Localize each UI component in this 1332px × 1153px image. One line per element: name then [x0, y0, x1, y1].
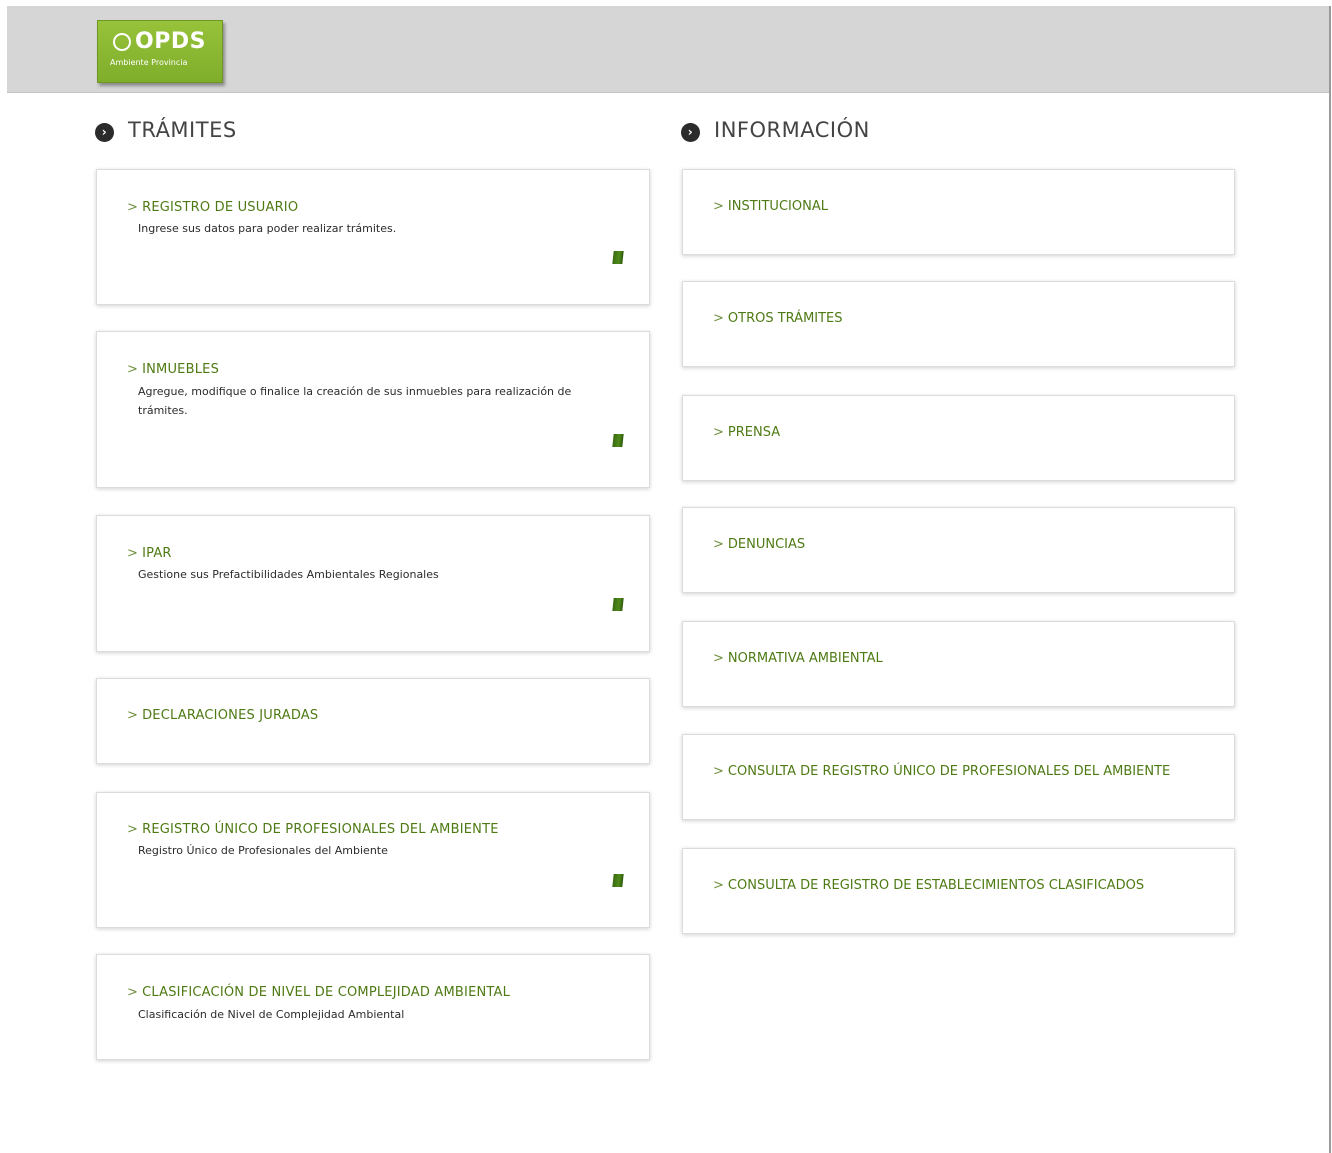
tramite-card-clasificacion-nivel[interactable]: > CLASIFICACIÓN DE NIVEL DE COMPLEJIDAD A…: [96, 954, 650, 1060]
tramite-card-declaraciones-juradas[interactable]: > DECLARACIONES JURADAS: [96, 678, 650, 764]
green-card-icon[interactable]: [612, 251, 624, 264]
card-title: > IPAR: [127, 546, 172, 561]
info-card-prensa[interactable]: > PRENSA: [682, 395, 1235, 481]
green-card-icon[interactable]: [612, 874, 624, 887]
info-card-title: > DENUNCIAS: [713, 537, 806, 552]
card-title: > REGISTRO ÚNICO DE PROFESIONALES DEL AMB…: [127, 822, 499, 837]
circle-chevron-right-icon: ›: [95, 122, 114, 142]
chevron-right-icon: >: [713, 764, 724, 779]
info-card-title: > PRENSA: [713, 425, 781, 440]
chevron-right-icon: >: [127, 200, 139, 215]
chevron-right-icon: >: [713, 199, 724, 214]
info-card-title: > OTROS TRÁMITES: [713, 311, 843, 326]
tramite-card-registro-profesionales[interactable]: > REGISTRO ÚNICO DE PROFESIONALES DEL AMB…: [96, 792, 650, 928]
chevron-right-icon: >: [713, 311, 724, 326]
info-card-title: > CONSULTA DE REGISTRO ÚNICO DE PROFESION…: [713, 764, 1171, 779]
chevron-right-icon: >: [127, 546, 139, 561]
card-title: > CLASIFICACIÓN DE NIVEL DE COMPLEJIDAD A…: [127, 985, 511, 1000]
info-card-title: > INSTITUCIONAL: [713, 199, 828, 214]
informacion-title: INFORMACIÓN: [714, 118, 870, 142]
info-card-normativa-ambiental[interactable]: > NORMATIVA AMBIENTAL: [682, 621, 1235, 707]
tramite-card-registro-usuario[interactable]: > REGISTRO DE USUARIO Ingrese sus datos p…: [96, 169, 650, 305]
card-description: Clasificación de Nivel de Complejidad Am…: [138, 1008, 405, 1021]
info-card-consulta-establecimientos[interactable]: > CONSULTA DE REGISTRO DE ESTABLECIMIENTO…: [682, 848, 1235, 934]
chevron-right-icon: >: [713, 651, 724, 666]
info-card-title: > NORMATIVA AMBIENTAL: [713, 651, 883, 666]
info-card-denuncias[interactable]: > DENUNCIAS: [682, 507, 1235, 593]
logo-subtitle: Ambiente Provincia: [110, 58, 188, 67]
card-title: > DECLARACIONES JURADAS: [127, 708, 319, 723]
card-description: Gestione sus Prefactibilidades Ambiental…: [138, 568, 439, 581]
info-card-consulta-profesionales[interactable]: > CONSULTA DE REGISTRO ÚNICO DE PROFESION…: [682, 734, 1235, 820]
card-title: > INMUEBLES: [127, 362, 220, 377]
green-card-icon[interactable]: [612, 598, 624, 611]
chevron-right-icon: >: [127, 985, 139, 1000]
info-card-otros-tramites[interactable]: > OTROS TRÁMITES: [682, 281, 1235, 367]
informacion-heading: › INFORMACIÓN: [681, 118, 870, 142]
chevron-right-icon: >: [713, 537, 724, 552]
green-card-icon[interactable]: [612, 434, 624, 447]
chevron-right-icon: >: [127, 822, 139, 837]
logo-leaf-icon: [113, 33, 131, 51]
chevron-right-icon: >: [713, 878, 724, 893]
logo-text: OPDS: [135, 29, 206, 54]
tramites-title: TRÁMITES: [128, 118, 237, 142]
chevron-right-icon: >: [127, 362, 139, 377]
info-card-title: > CONSULTA DE REGISTRO DE ESTABLECIMIENTO…: [713, 878, 1145, 893]
tramites-heading: › TRÁMITES: [95, 118, 237, 142]
card-description: Ingrese sus datos para poder realizar tr…: [138, 222, 397, 235]
chevron-right-icon: >: [713, 425, 724, 440]
card-description: Registro Único de Profesionales del Ambi…: [138, 844, 388, 857]
card-title: > REGISTRO DE USUARIO: [127, 200, 299, 215]
card-description: Agregue, modifique o finalice la creació…: [138, 385, 572, 417]
tramite-card-ipar[interactable]: > IPAR Gestione sus Prefactibilidades Amb…: [96, 515, 650, 652]
tramite-card-inmuebles[interactable]: > INMUEBLES Agregue, modifique o finalice…: [96, 331, 650, 488]
circle-chevron-right-icon: ›: [681, 122, 700, 142]
info-card-institucional[interactable]: > INSTITUCIONAL: [682, 169, 1235, 255]
opds-logo[interactable]: OPDS Ambiente Provincia: [97, 20, 223, 83]
chevron-right-icon: >: [127, 708, 139, 723]
